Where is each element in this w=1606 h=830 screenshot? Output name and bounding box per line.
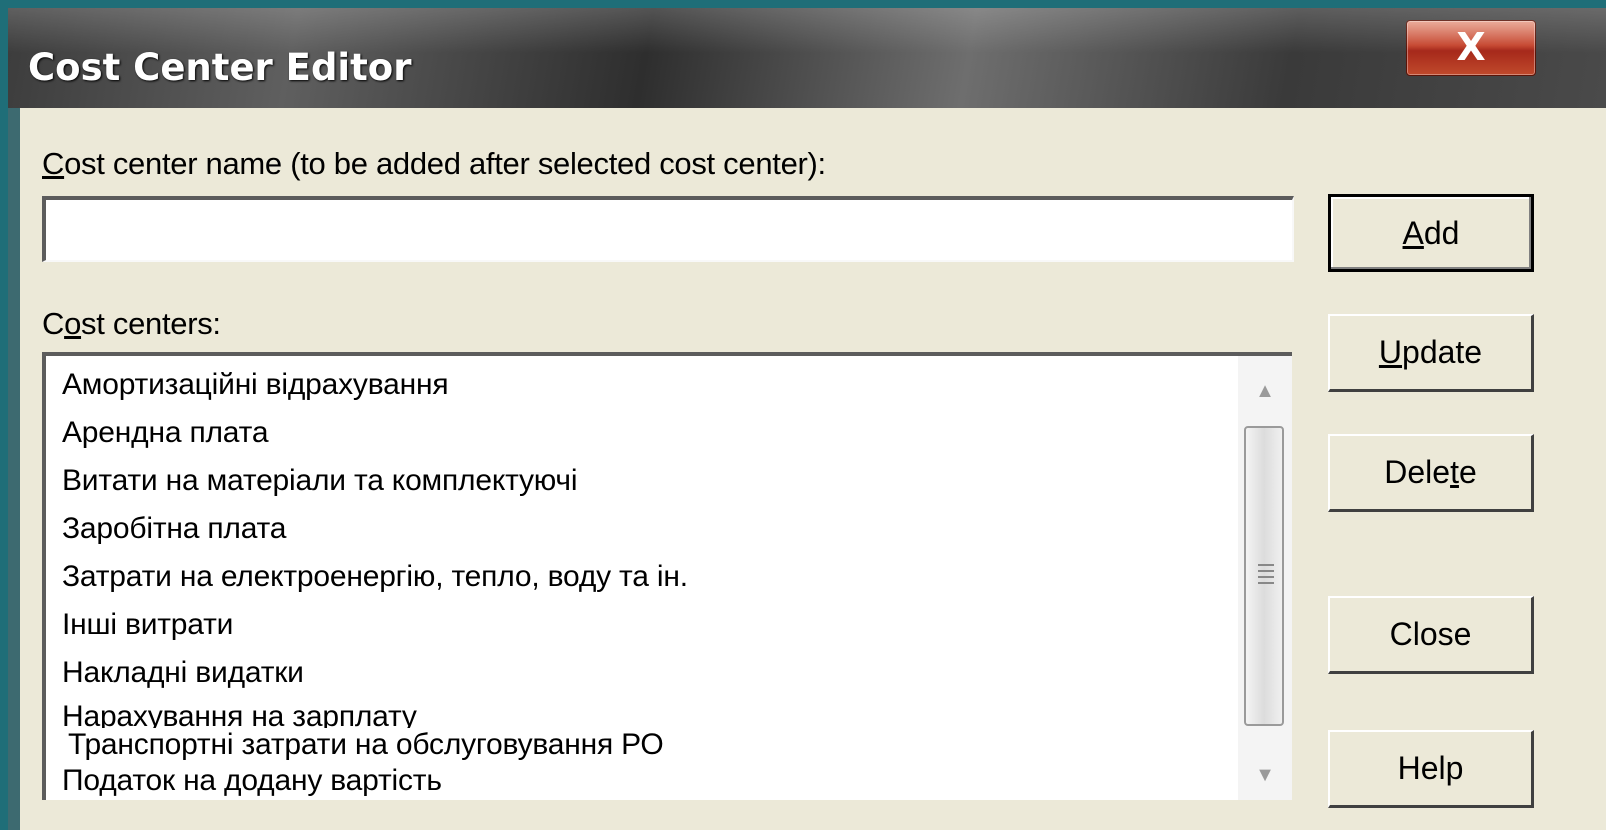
- list-item[interactable]: Інші витрати: [62, 608, 233, 642]
- list-item[interactable]: Податок на додану вартість: [62, 764, 442, 798]
- update-accelerator: U: [1378, 334, 1403, 370]
- name-label-accelerator: C: [42, 146, 65, 181]
- window-frame-left: [8, 108, 20, 830]
- help-button[interactable]: Help: [1328, 730, 1534, 808]
- add-button[interactable]: Add: [1328, 194, 1534, 272]
- cost-center-name-input[interactable]: [42, 196, 1294, 262]
- cost-center-editor-window: Cost Center Editor X Cost center name (t…: [8, 8, 1606, 830]
- grip-icon: [1258, 564, 1274, 584]
- delete-label-pre: Dele: [1384, 454, 1451, 490]
- list-item[interactable]: Затрати на електроенергію, тепло, воду т…: [62, 560, 688, 594]
- scrollbar-thumb[interactable]: [1244, 426, 1284, 726]
- list-item[interactable]: Витати на матеріали та комплектуючі: [62, 464, 577, 498]
- list-item-overlay[interactable]: Транспортні затрати на обслуговування РО: [66, 728, 666, 762]
- name-field-label: Cost center name (to be added after sele…: [42, 146, 826, 182]
- cost-centers-label: Cost centers:: [42, 306, 221, 342]
- list-label-text: st centers:: [81, 306, 221, 341]
- close-label: Close: [1389, 616, 1472, 652]
- list-item[interactable]: Амортизаційні відрахування: [62, 368, 449, 402]
- list-item[interactable]: Арендна плата: [62, 416, 269, 450]
- list-item[interactable]: Заробітна плата: [62, 512, 286, 546]
- list-label-accelerator: o: [64, 306, 82, 341]
- close-button[interactable]: Close: [1328, 596, 1534, 674]
- name-label-text: ost center name (to be added after selec…: [64, 146, 826, 181]
- title-bar[interactable]: Cost Center Editor X: [8, 8, 1606, 108]
- scroll-down-icon[interactable]: ▼: [1238, 750, 1292, 800]
- scroll-up-icon[interactable]: ▲: [1238, 366, 1292, 416]
- help-label: Help: [1397, 750, 1464, 786]
- delete-button[interactable]: Delete: [1328, 434, 1534, 512]
- add-accelerator: A: [1402, 215, 1424, 251]
- close-window-button[interactable]: X: [1406, 20, 1536, 76]
- close-icon: X: [1456, 25, 1486, 69]
- window-title: Cost Center Editor: [28, 46, 412, 89]
- update-button[interactable]: Update: [1328, 314, 1534, 392]
- add-label: dd: [1423, 215, 1460, 251]
- list-item[interactable]: Накладні видатки: [62, 656, 304, 690]
- update-label: pdate: [1402, 334, 1483, 370]
- delete-accelerator: t: [1450, 454, 1459, 490]
- list-scrollbar[interactable]: ▲ ▼: [1238, 356, 1292, 800]
- list-label-pre: C: [42, 306, 65, 341]
- delete-label-rest: e: [1458, 454, 1477, 490]
